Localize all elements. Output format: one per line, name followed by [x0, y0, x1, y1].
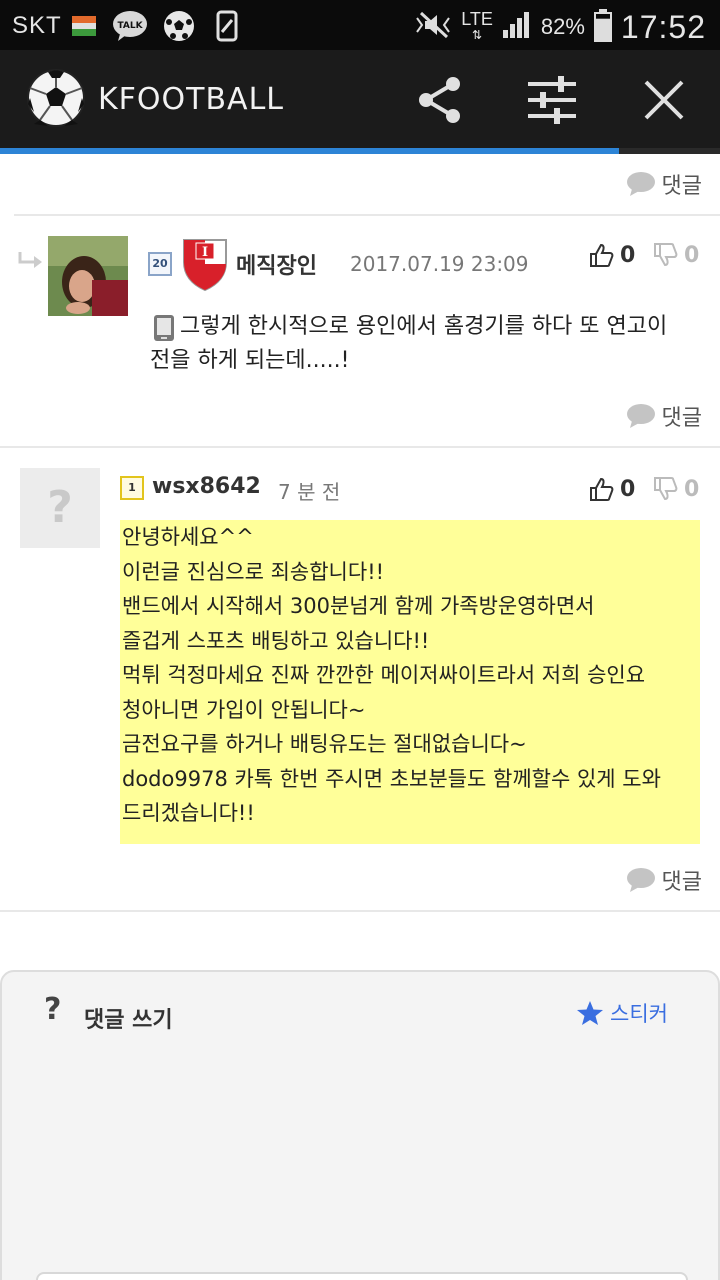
soccer-ball-icon	[163, 10, 195, 46]
comment-line: 드리겠습니다!!	[122, 801, 255, 825]
divider	[0, 910, 720, 912]
screenshot-icon	[216, 10, 238, 46]
soccer-ball-logo-icon	[26, 68, 86, 128]
comment-input[interactable]	[36, 1272, 688, 1280]
carrier-label: SKT	[12, 12, 62, 39]
comment-author[interactable]: 메직장인	[236, 248, 317, 280]
thumbs-down-icon	[654, 243, 678, 267]
dislike-count: 0	[684, 242, 700, 268]
comment: 20 I 메직장인 2017.07.19 23:09 0 0 그렇게 한시적으로…	[0, 216, 720, 448]
progress-fill	[0, 148, 620, 154]
network-type: LTE ⇅	[461, 9, 493, 42]
share-button[interactable]	[412, 72, 468, 128]
thumbs-up-icon	[590, 477, 614, 501]
reply-label: 댓글	[661, 406, 702, 431]
comment-line: 밴드에서 시작해서 300분넘게 함께 가족방운영하면서	[122, 594, 595, 618]
comment-line: 그렇게 한시적으로 용인에서 홈경기를 하다 또 연고이	[180, 314, 668, 339]
sticker-button[interactable]: 스티커	[576, 998, 668, 1028]
comment-date: 2017.07.19 23:09	[350, 252, 529, 276]
comment-line: 금전요구를 하거나 배팅유도는 절대없습니다~	[122, 732, 527, 756]
like-count: 0	[620, 242, 636, 268]
app-title: KFOOTBALL	[98, 82, 285, 117]
club-emblem-icon: I	[180, 236, 230, 296]
page-load-progress	[0, 148, 720, 154]
comment-write-box: ? 댓글 쓰기 스티커	[0, 970, 720, 1280]
svg-text:I: I	[202, 245, 208, 260]
comment-body-highlighted: 안녕하세요^^ 이런글 진심으로 죄송합니다!! 밴드에서 시작해서 300분넘…	[120, 520, 700, 844]
flag-icon	[72, 16, 96, 40]
help-mark-icon: ?	[44, 992, 62, 1027]
avatar[interactable]: ?	[20, 468, 100, 548]
dislike-button[interactable]: 0	[652, 476, 699, 502]
star-icon	[577, 1001, 604, 1025]
dislike-button[interactable]: 0	[652, 242, 699, 268]
comment-date: 7 분 전	[278, 480, 341, 504]
like-count: 0	[620, 476, 636, 502]
share-icon	[419, 77, 460, 123]
like-button[interactable]: 0	[588, 476, 635, 502]
signal-icon	[501, 10, 533, 44]
sticker-label: 스티커	[610, 1002, 668, 1026]
battery-percent: 82%	[540, 14, 585, 39]
comment-line: 청아니면 가입이 안됩니다~	[122, 697, 366, 722]
settings-button[interactable]	[524, 72, 580, 128]
reply-arrow-icon	[16, 250, 44, 276]
avatar[interactable]	[48, 236, 128, 316]
thumbs-down-icon	[654, 477, 678, 501]
reply-button[interactable]: 댓글	[626, 864, 702, 896]
speech-bubble-icon	[626, 868, 655, 892]
comment-line: dodo9978 카톡 한번 주시면 초보분들도 함께할수 있게 도와	[122, 766, 661, 791]
speech-bubble-icon	[626, 404, 655, 428]
reply-button[interactable]: 댓글	[626, 400, 702, 432]
status-bar: SKT TALK LTE ⇅ 82% 17:52	[0, 0, 720, 50]
comment-body: 그렇게 한시적으로 용인에서 홈경기를 하다 또 연고이 전을 하게 되는데..…	[150, 310, 710, 378]
comment: ? 1 wsx8642 7 분 전 0 0 안녕하세요^^ 이런글 진심으로 죄…	[0, 448, 720, 912]
kakaotalk-icon: TALK	[112, 10, 148, 46]
thumbs-up-icon	[590, 243, 614, 267]
mute-vibrate-icon	[413, 10, 453, 44]
comment-line: 전을 하게 되는데.....!	[150, 348, 350, 373]
close-icon	[644, 80, 684, 120]
level-badge: 1	[120, 476, 144, 500]
app-bar: KFOOTBALL	[0, 50, 720, 150]
battery-icon	[593, 8, 613, 46]
reply-label: 댓글	[661, 870, 702, 895]
reply-button[interactable]: 댓글	[626, 168, 702, 200]
comment-author[interactable]: wsx8642	[152, 474, 261, 499]
comment-line: 안녕하세요^^	[122, 525, 254, 549]
settings-sliders-icon	[528, 76, 576, 124]
speech-bubble-icon	[626, 172, 655, 196]
reply-label: 댓글	[661, 174, 702, 199]
comment-line: 이런글 진심으로 죄송합니다!!	[122, 559, 385, 584]
like-button[interactable]: 0	[588, 242, 635, 268]
level-badge: 20	[148, 252, 172, 276]
comment-line: 먹튀 걱정마세요 진짜 깐깐한 메이저싸이트라서 저희 승인요	[122, 663, 646, 687]
svg-text:TALK: TALK	[117, 21, 143, 31]
comment-line: 즐겁게 스포츠 배팅하고 있습니다!!	[122, 628, 430, 653]
dislike-count: 0	[684, 476, 700, 502]
clock: 17:52	[620, 8, 706, 45]
close-button[interactable]	[636, 72, 692, 128]
write-comment-label: 댓글 쓰기	[84, 1008, 173, 1033]
